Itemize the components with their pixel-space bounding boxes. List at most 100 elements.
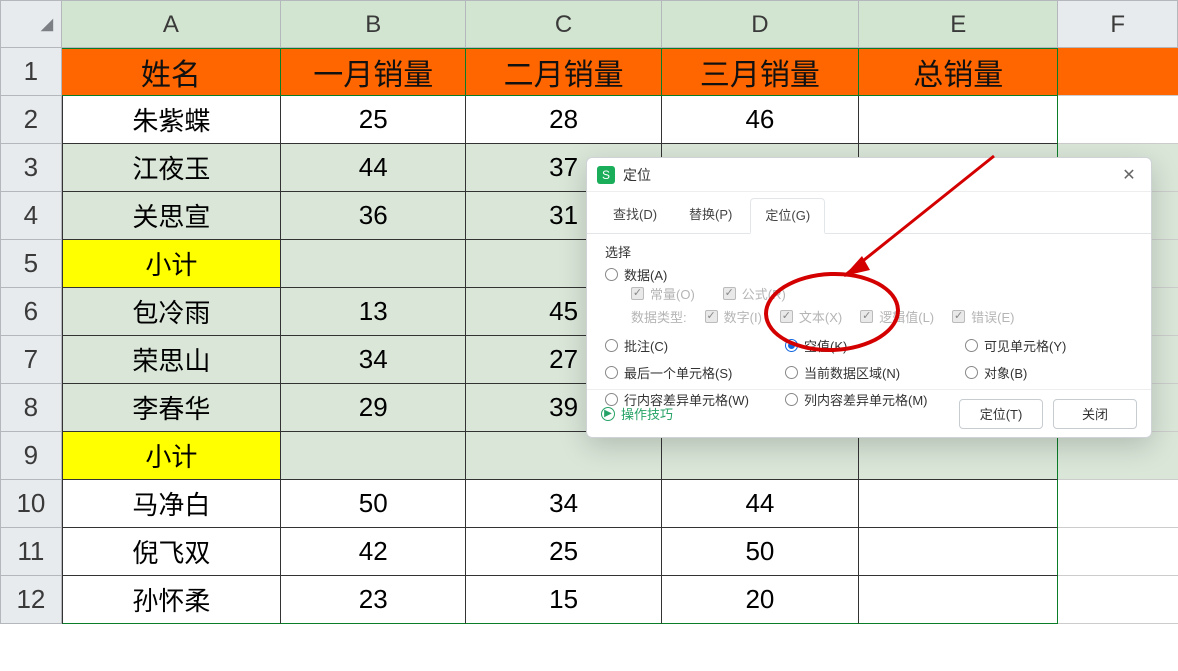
col-header-D[interactable]: D (662, 0, 859, 48)
col-header-A[interactable]: A (62, 0, 281, 48)
cell[interactable]: 马净白 (62, 480, 281, 528)
cell[interactable]: 李春华 (62, 384, 281, 432)
cell[interactable]: 36 (281, 192, 466, 240)
row-header[interactable]: 5 (0, 240, 62, 288)
option-lastcell[interactable]: 最后一个单元格(S) (605, 363, 785, 382)
cell[interactable]: 关思宣 (62, 192, 281, 240)
cell[interactable] (1058, 480, 1178, 528)
cell[interactable] (281, 240, 466, 288)
select-all-corner[interactable] (0, 0, 62, 48)
cell[interactable]: 34 (466, 480, 661, 528)
tab-replace[interactable]: 替换(P) (675, 198, 746, 233)
checkbox-icon (860, 310, 873, 323)
cell[interactable]: 倪飞双 (62, 528, 281, 576)
tab-goto[interactable]: 定位(G) (750, 198, 825, 234)
tips-label: 操作技巧 (621, 404, 673, 423)
close-icon[interactable]: ✕ (1117, 165, 1141, 185)
cell[interactable] (281, 432, 466, 480)
radio-icon (605, 366, 618, 379)
row-header[interactable]: 6 (0, 288, 62, 336)
dialog-titlebar[interactable]: S 定位 ✕ (587, 158, 1151, 192)
cell[interactable] (859, 528, 1058, 576)
cell[interactable]: 46 (662, 96, 859, 144)
cell[interactable] (1058, 576, 1178, 624)
row-header[interactable]: 3 (0, 144, 62, 192)
row-header[interactable]: 11 (0, 528, 62, 576)
cell[interactable] (859, 576, 1058, 624)
goto-dialog: S 定位 ✕ 查找(D) 替换(P) 定位(G) 选择 数据(A) 常量(O) … (586, 157, 1152, 438)
cell[interactable] (1058, 528, 1178, 576)
close-button[interactable]: 关闭 (1053, 399, 1137, 429)
cell[interactable] (1058, 48, 1178, 96)
row-header[interactable]: 7 (0, 336, 62, 384)
cell[interactable]: 28 (466, 96, 661, 144)
option-error: 错误(E) (952, 307, 1014, 326)
col-header-E[interactable]: E (859, 0, 1058, 48)
cell[interactable]: 小计 (62, 432, 281, 480)
cell[interactable]: 34 (281, 336, 466, 384)
cell[interactable] (1058, 432, 1178, 480)
cell[interactable]: 二月销量 (466, 48, 661, 96)
section-label: 选择 (587, 234, 1151, 263)
cell[interactable]: 15 (466, 576, 661, 624)
option-logic: 逻辑值(L) (860, 307, 934, 326)
tips-link[interactable]: ▶ 操作技巧 (601, 404, 949, 423)
option-label: 可见单元格(Y) (984, 336, 1066, 355)
cell[interactable] (859, 96, 1058, 144)
cell[interactable]: 孙怀柔 (62, 576, 281, 624)
row-header[interactable]: 2 (0, 96, 62, 144)
cell[interactable]: 江夜玉 (62, 144, 281, 192)
cell[interactable]: 25 (281, 96, 466, 144)
cell[interactable] (466, 432, 661, 480)
cell[interactable]: 20 (662, 576, 859, 624)
cell[interactable] (662, 432, 859, 480)
locate-button[interactable]: 定位(T) (959, 399, 1043, 429)
radio-icon (965, 339, 978, 352)
cell[interactable]: 23 (281, 576, 466, 624)
cell[interactable]: 25 (466, 528, 661, 576)
option-data[interactable]: 数据(A) (605, 265, 1133, 284)
cell[interactable]: 姓名 (62, 48, 281, 96)
checkbox-icon (780, 310, 793, 323)
cell[interactable]: 总销量 (859, 48, 1058, 96)
col-header-B[interactable]: B (281, 0, 466, 48)
option-region[interactable]: 当前数据区域(N) (785, 363, 965, 382)
option-visible[interactable]: 可见单元格(Y) (965, 336, 1135, 355)
cell[interactable]: 29 (281, 384, 466, 432)
col-header-C[interactable]: C (466, 0, 661, 48)
tab-find[interactable]: 查找(D) (599, 198, 671, 233)
option-object[interactable]: 对象(B) (965, 363, 1135, 382)
cell[interactable]: 荣思山 (62, 336, 281, 384)
cell[interactable]: 44 (662, 480, 859, 528)
col-header-F[interactable]: F (1058, 0, 1178, 48)
table-row: 9 小计 (0, 432, 1178, 480)
cell[interactable]: 一月销量 (281, 48, 466, 96)
row-header[interactable]: 12 (0, 576, 62, 624)
cell[interactable] (1058, 96, 1178, 144)
row-header[interactable]: 1 (0, 48, 62, 96)
table-row: 11 倪飞双 42 25 50 (0, 528, 1178, 576)
radio-icon (965, 366, 978, 379)
cell[interactable] (859, 432, 1058, 480)
cell[interactable]: 三月销量 (662, 48, 859, 96)
row-header[interactable]: 8 (0, 384, 62, 432)
cell[interactable]: 包冷雨 (62, 288, 281, 336)
app-icon: S (597, 166, 615, 184)
row-header[interactable]: 10 (0, 480, 62, 528)
table-row: 2 朱紫蝶 25 28 46 (0, 96, 1178, 144)
option-blank[interactable]: 空值(K) (785, 336, 965, 355)
cell[interactable]: 44 (281, 144, 466, 192)
option-label: 常量(O) (650, 284, 695, 303)
option-comment[interactable]: 批注(C) (605, 336, 785, 355)
cell[interactable]: 13 (281, 288, 466, 336)
cell[interactable]: 小计 (62, 240, 281, 288)
cell[interactable] (859, 480, 1058, 528)
cell[interactable]: 50 (281, 480, 466, 528)
cell[interactable]: 50 (662, 528, 859, 576)
cell[interactable]: 42 (281, 528, 466, 576)
cell[interactable]: 朱紫蝶 (62, 96, 281, 144)
checkbox-icon (705, 310, 718, 323)
row-header[interactable]: 9 (0, 432, 62, 480)
row-header[interactable]: 4 (0, 192, 62, 240)
radio-icon (605, 339, 618, 352)
